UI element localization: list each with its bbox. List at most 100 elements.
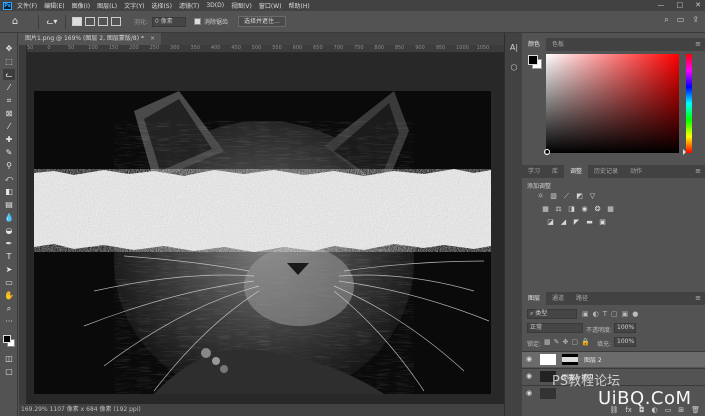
eraser-tool-icon[interactable]: ◧ [3,186,15,197]
3d-panel-icon[interactable]: ⬡ [509,63,519,73]
eye-icon[interactable]: ◉ [526,372,532,380]
select-and-mask-button[interactable]: 选择并遮住... [238,16,286,27]
marquee-tool-icon[interactable]: ⬚ [3,56,15,67]
tab-layers[interactable]: 图层 [522,292,547,305]
subtract-selection-icon[interactable] [98,17,108,26]
menu-filter[interactable]: 滤镜(T) [179,1,199,10]
workspace-icon[interactable]: ▭ [677,15,685,25]
levels-icon[interactable]: ▥ [549,192,558,201]
layer-name[interactable]: 图层 2 [584,355,602,364]
exposure-icon[interactable]: ◩ [575,192,584,201]
layer-filter-select[interactable]: ⌕ 类型 [527,309,577,319]
tab-color[interactable]: 颜色 [522,38,547,51]
antialias-checkbox[interactable] [194,18,202,25]
new-selection-icon[interactable] [72,17,82,26]
photo-filter-icon[interactable]: ◉ [580,205,589,214]
black-white-icon[interactable]: ◨ [567,205,576,214]
menu-select[interactable]: 选择(S) [151,1,172,10]
add-selection-icon[interactable] [85,17,95,26]
color-picker-field[interactable] [546,54,679,153]
posterize-icon[interactable]: ◢ [559,218,568,227]
eyedropper-tool-icon[interactable]: ⁄ [3,121,15,132]
tab-swatches[interactable]: 色板 [546,38,570,51]
document-tab[interactable]: 图片1.png @ 169% (图层 2, 图层蒙版/8) * × [19,33,162,45]
lasso-preset-icon[interactable]: ᓚ▾ [45,15,59,29]
tab-channels[interactable]: 通道 [546,292,570,305]
frame-tool-icon[interactable]: ⊠ [3,108,15,119]
menu-view[interactable]: 视图(V) [231,1,252,10]
dodge-tool-icon[interactable]: ◒ [3,225,15,236]
threshold-icon[interactable]: ◤ [572,218,581,227]
trash-icon[interactable]: 🗑 [691,404,700,416]
hue-slider[interactable] [686,54,692,153]
type-tool-icon[interactable]: T [3,251,15,262]
clone-stamp-icon[interactable]: ⚲ [3,160,15,171]
tab-adjustments[interactable]: 调整 [564,165,589,178]
screen-mode-icon[interactable]: ▢ [3,366,15,377]
hue-slider-marker[interactable] [683,149,686,155]
move-tool-icon[interactable]: ✥ [3,43,15,54]
menu-type[interactable]: 文字(Y) [124,1,144,10]
gradient-map-icon[interactable]: ▬ [585,218,594,227]
history-brush-icon[interactable]: ⤺ [3,173,15,184]
foreground-color-swatch[interactable] [3,335,11,343]
close-tab-icon[interactable]: × [150,35,155,42]
menu-window[interactable]: 窗口(W) [259,1,282,10]
maximize-icon[interactable]: □ [677,1,684,9]
channel-mixer-icon[interactable]: ❂ [593,205,602,214]
cat-photo[interactable] [34,91,491,394]
panel-menu-icon[interactable]: ≡ [695,292,701,305]
color-lookup-icon[interactable]: ▦ [606,205,615,214]
canvas-area[interactable] [27,53,504,404]
tab-actions[interactable]: 动作 [624,165,648,178]
blend-mode-select[interactable]: 正常 [527,323,583,333]
tab-paths[interactable]: 路径 [570,292,594,305]
zoom-tool-icon[interactable]: ⌕ [3,303,15,314]
blur-tool-icon[interactable]: 💧 [3,212,15,223]
hand-tool-icon[interactable]: ✋ [3,290,15,301]
menu-image[interactable]: 图像(I) [72,1,90,10]
crop-tool-icon[interactable]: ⌗ [3,95,15,106]
opacity-input[interactable]: 100% [614,323,636,333]
invert-icon[interactable]: ◪ [546,218,555,227]
eye-icon[interactable]: ◉ [526,389,532,397]
home-icon[interactable]: ⌂ [8,15,22,29]
tab-history[interactable]: 历史记录 [588,165,624,178]
close-icon[interactable]: ✕ [695,1,701,9]
pen-tool-icon[interactable]: ✒ [3,238,15,249]
more-tools-icon[interactable]: ··· [3,316,15,327]
menu-layer[interactable]: 图层(L) [97,1,117,10]
tab-library[interactable]: 库 [546,165,564,178]
character-panel-icon[interactable]: A| [509,43,519,53]
feather-input[interactable]: 0 像素 [152,16,187,27]
panel-menu-icon[interactable]: ≡ [695,38,701,51]
tab-learn[interactable]: 学习 [522,165,546,178]
quick-mask-icon[interactable]: ◫ [3,353,15,364]
color-picker-cursor[interactable] [544,149,550,155]
menu-help[interactable]: 帮助(H) [289,1,310,10]
brightness-icon[interactable]: ☼ [536,192,545,201]
menu-edit[interactable]: 编辑(E) [44,1,64,10]
eye-icon[interactable]: ◉ [526,355,532,363]
layer-row-layer2[interactable]: ◉ 图层 2 [522,351,705,367]
filter-icons[interactable]: ▣◐T▢▣● [582,310,642,318]
hue-sat-icon[interactable]: ▦ [541,205,550,214]
share-icon[interactable]: ⇪ [692,15,699,25]
panel-menu-icon[interactable]: ≡ [695,165,701,178]
menu-file[interactable]: 文件(F) [17,1,37,10]
fill-input[interactable]: 100% [614,337,636,347]
shape-tool-icon[interactable]: ▭ [3,277,15,288]
vibrance-icon[interactable]: ▽ [588,192,597,201]
color-balance-icon[interactable]: ⚖ [554,205,563,214]
foreground-color-chip[interactable] [528,55,538,65]
quick-select-tool-icon[interactable]: ⁄ [3,82,15,93]
intersect-selection-icon[interactable] [111,17,121,26]
curves-icon[interactable]: ⟋ [562,192,571,201]
photoshop-logo[interactable]: Ps [3,1,12,10]
brush-tool-icon[interactable]: ✎ [3,147,15,158]
minimize-icon[interactable]: — [658,1,665,9]
menu-3d[interactable]: 3D(D) [206,2,224,9]
healing-brush-icon[interactable]: ✚ [3,134,15,145]
lasso-tool-icon[interactable]: ᓚ [3,69,15,80]
selective-color-icon[interactable]: ▣ [598,218,607,227]
